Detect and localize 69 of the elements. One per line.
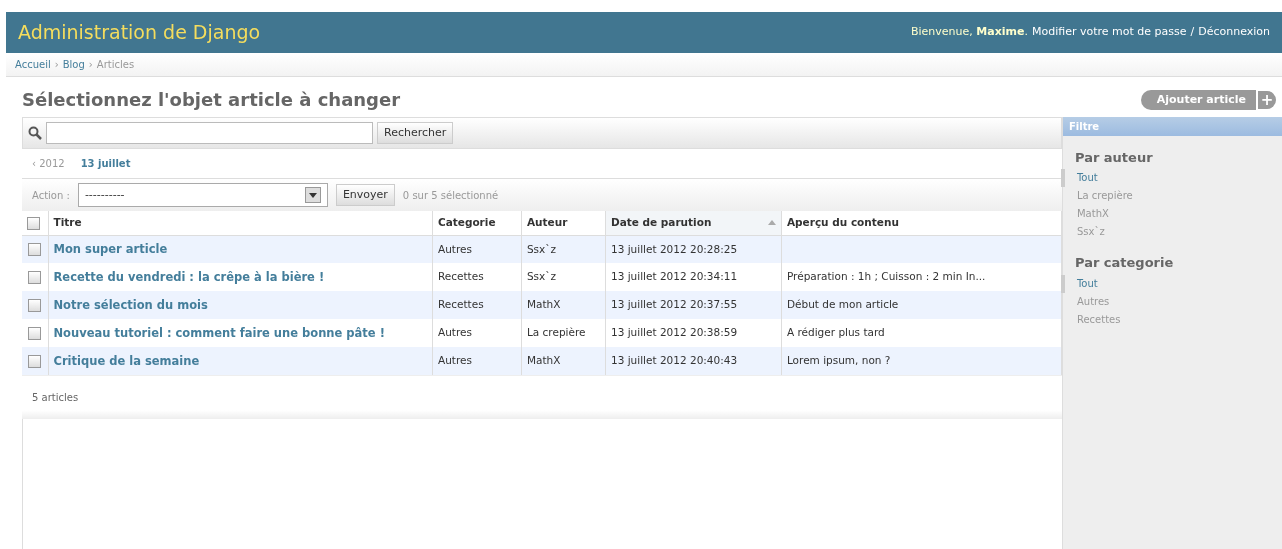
row-checkbox[interactable] [28,270,41,284]
table-cell: Recettes [437,270,484,283]
breadcrumb-current: Articles [96,58,135,72]
article-link[interactable]: Recette du vendredi : la crêpe à la bière ! [53,269,325,284]
action-label: Action : [32,188,70,203]
filter-option[interactable]: Autres [1060,292,1282,311]
filter-option[interactable]: MathX [1060,205,1282,224]
add-button[interactable]: Ajouter article [1140,89,1256,111]
filter-option[interactable]: Recettes [1060,310,1282,329]
row-checkbox[interactable] [28,354,41,368]
breadcrumb-link[interactable]: Accueil [15,57,51,72]
column-header[interactable]: Date de parution [605,211,782,236]
table-cell: Autres [437,354,472,367]
table-cell: Autres [437,242,472,255]
row-checkbox[interactable] [28,298,41,312]
filter-option[interactable]: Ssx`z [1060,223,1282,242]
result-count: 5 articles [22,375,1062,420]
table-cell: 13 juillet 2012 20:40:43 [610,354,738,367]
date-back-link[interactable]: ‹ 2012 [32,156,65,172]
sort-icon[interactable] [767,220,776,226]
column-header[interactable]: Aperçu du contenu [781,211,1062,236]
table-cell: 13 juillet 2012 20:37:55 [610,298,738,311]
add-icon[interactable]: + [1258,90,1276,109]
article-link[interactable]: Nouveau tutoriel : comment faire une bonne pâte ! [53,325,385,340]
table-cell: Préparation : 1h ; Cuisson : 2 min In... [786,270,986,283]
link-separator: / [1190,24,1195,41]
breadcrumb-separator: › [54,58,59,72]
column-header[interactable]: Categorie [432,211,522,236]
row-checkbox[interactable] [28,326,41,340]
filter-option[interactable]: Tout [1060,274,1282,293]
article-link[interactable]: Critique de la semaine [53,353,200,368]
table-cell: A rédiger plus tard [786,326,885,339]
table-cell: Ssx`z [526,270,557,283]
column-header[interactable]: Auteur [521,211,606,236]
breadcrumb-link[interactable]: Blog [62,57,85,72]
table-cell: Autres [437,326,472,339]
header-link[interactable]: Modifier votre mot de passe [1031,24,1187,41]
table-cell: 13 juillet 2012 20:38:59 [610,326,738,339]
table-cell: Début de mon article [786,298,899,311]
filter-option[interactable]: Tout [1060,169,1282,188]
caret-icon [304,187,321,204]
filter-heading: Par categorie [1074,254,1175,273]
search-button[interactable]: Rechercher [377,121,454,145]
welcome-text: Bienvenue, Maxime. [910,24,1028,41]
send-button[interactable]: Envoyer [335,183,395,207]
table-cell: 13 juillet 2012 20:34:11 [610,270,738,283]
table-cell: MathX [526,298,561,311]
search-field[interactable] [46,121,373,144]
select-all-checkbox[interactable] [27,216,40,230]
breadcrumb-separator: › [88,58,93,72]
selection-counter: 0 sur 5 sélectionné [402,188,499,203]
date-current: 13 juillet [80,157,131,172]
article-link[interactable]: Mon super article [53,241,168,256]
table-cell: La crepière [526,326,586,339]
page-title: Sélectionnez l'objet article à changer [22,89,401,111]
row-checkbox[interactable] [28,243,41,257]
table-cell: MathX [526,354,561,367]
filter-title: Filtre [1062,116,1282,136]
table-cell: Recettes [437,298,484,311]
table-cell: Ssx`z [526,242,557,255]
filter-heading: Par auteur [1074,148,1154,167]
site-title: Administration de Django [18,20,261,46]
column-header[interactable]: Titre [48,211,433,236]
table-cell: Lorem ipsum, non ? [786,354,891,367]
header-link[interactable]: Déconnexion [1198,24,1270,41]
table-cell: 13 juillet 2012 20:28:25 [610,242,738,255]
filter-option[interactable]: La crepière [1060,187,1282,206]
search-icon [28,125,42,140]
action-dropdown[interactable]: ---------- [77,183,328,208]
